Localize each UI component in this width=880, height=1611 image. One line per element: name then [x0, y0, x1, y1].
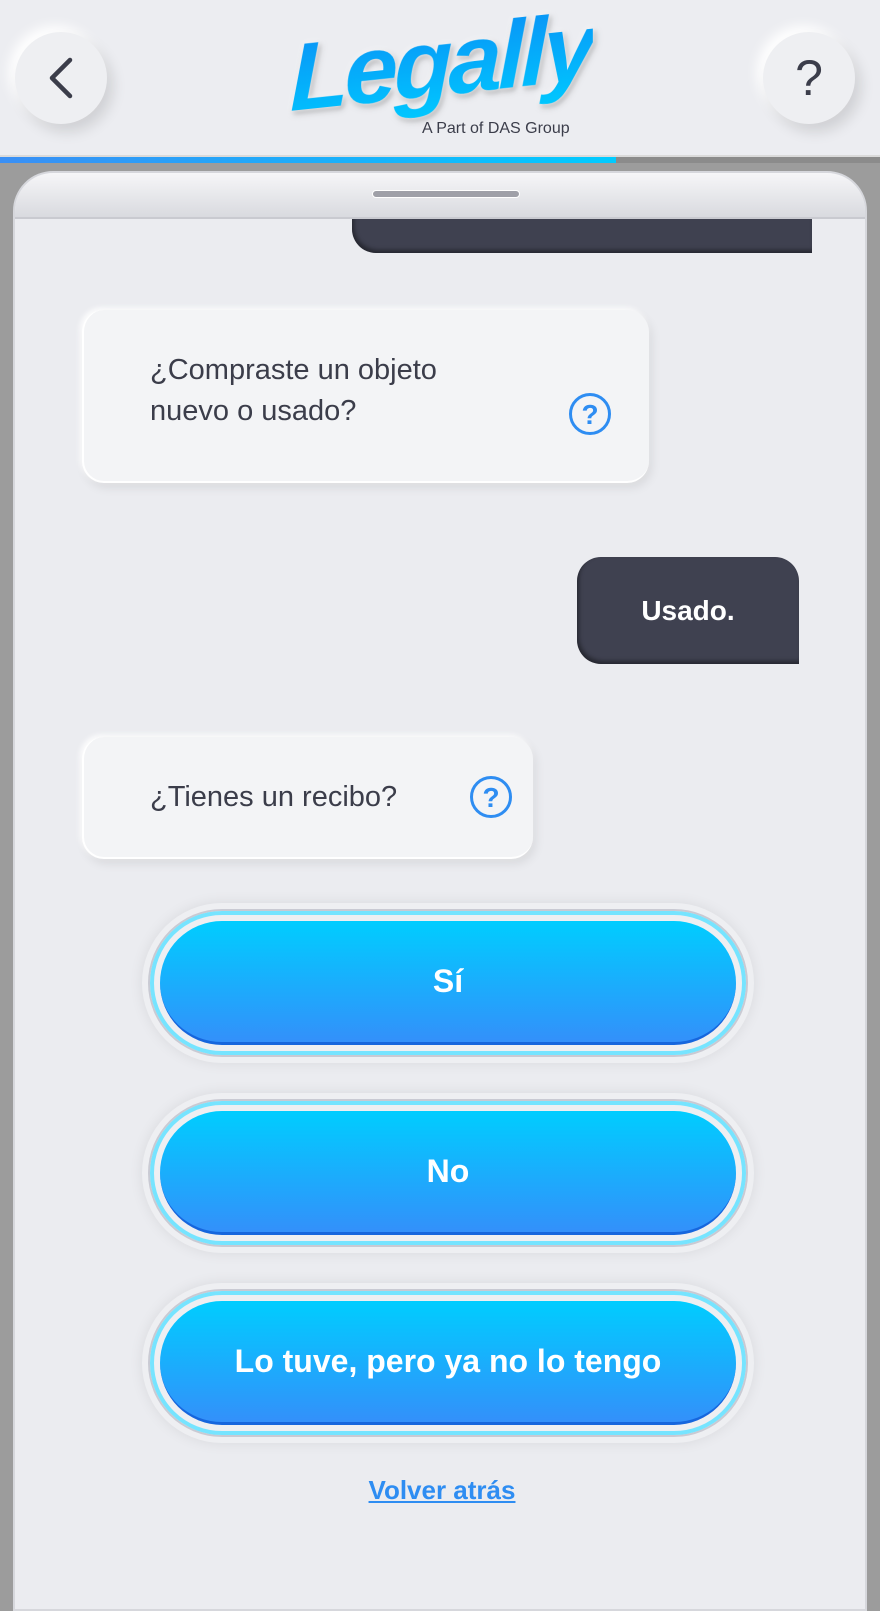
- message-line: ¿Compraste un objeto: [150, 354, 437, 386]
- question-help-icon[interactable]: ?: [569, 393, 611, 435]
- app-header: Legally A Part of DAS Group ?: [0, 0, 880, 157]
- progress-bar: [0, 155, 880, 163]
- answer-button-si[interactable]: Sí: [160, 921, 736, 1045]
- logo-subtitle: A Part of DAS Group: [422, 120, 570, 137]
- logo-wordmark: Legally: [290, 0, 593, 134]
- bot-message: ¿Tienes un recibo? ?: [82, 737, 533, 859]
- progress-fill: [0, 157, 616, 163]
- answer-button-no[interactable]: No: [160, 1111, 736, 1235]
- bot-message: ¿Compraste un objeto nuevo o usado? ?: [82, 310, 649, 483]
- back-button[interactable]: [15, 32, 107, 124]
- chevron-left-icon: [49, 57, 73, 99]
- message-line: nuevo o usado?: [150, 395, 357, 427]
- question-help-icon[interactable]: ?: [470, 776, 512, 818]
- answer-button-lost[interactable]: Lo tuve, pero ya no lo tengo: [160, 1301, 736, 1425]
- option-si: Sí: [142, 903, 754, 1063]
- option-no: No: [142, 1093, 754, 1253]
- help-button[interactable]: ?: [763, 32, 855, 124]
- go-back-link[interactable]: Volver atrás: [15, 1475, 865, 1506]
- option-lost: Lo tuve, pero ya no lo tengo: [142, 1283, 754, 1443]
- message-text: ¿Compraste un objeto nuevo o usado?: [150, 350, 437, 432]
- chat-panel: ¿Compraste un objeto nuevo o usado? ? Us…: [13, 171, 867, 1611]
- message-text: ¿Tienes un recibo?: [150, 781, 398, 813]
- legally-logo: Legally A Part of DAS Group: [280, 0, 600, 143]
- question-mark-icon: ?: [795, 50, 823, 106]
- drag-handle[interactable]: [372, 190, 520, 198]
- panel-header: [15, 173, 865, 219]
- user-message: Usado.: [577, 557, 799, 664]
